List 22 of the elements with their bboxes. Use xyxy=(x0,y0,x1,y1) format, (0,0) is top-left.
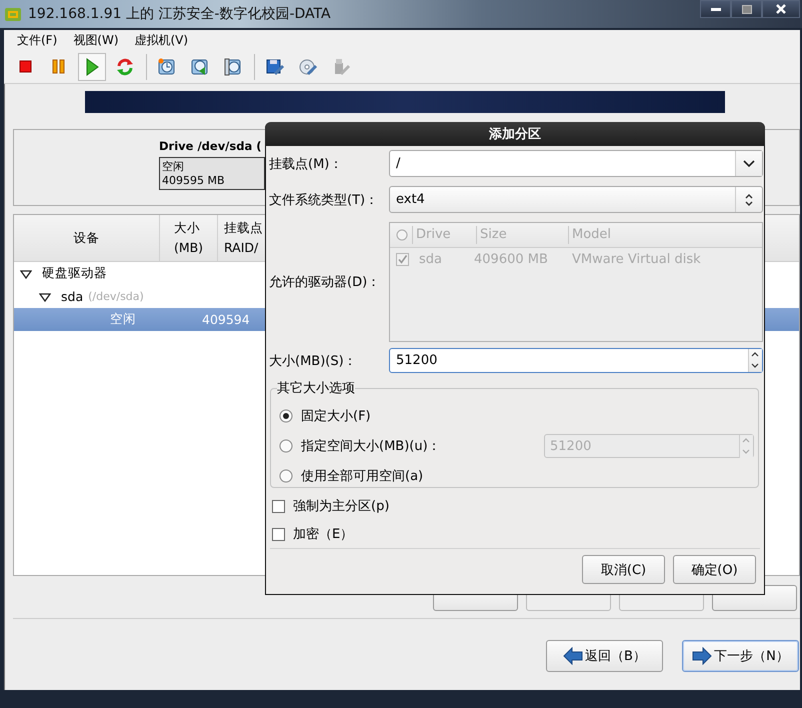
checkbox-label: 加密（E） xyxy=(293,526,354,543)
drive-title: Drive /dev/sda ( xyxy=(159,139,262,153)
device-path: (/dev/sda) xyxy=(88,290,144,303)
option-label: 使用全部可用空间(a) xyxy=(301,468,424,485)
group-legend: 其它大小选项 xyxy=(277,379,355,397)
field-label: 挂载点(M)： xyxy=(268,156,344,172)
device-name: sda xyxy=(61,289,84,304)
disk-segment: 空闲 409595 MB xyxy=(159,157,265,190)
field-label: 允许的驱动器(D)： xyxy=(268,274,382,291)
drive-name: sda xyxy=(419,252,443,266)
option-label: 固定大小(F) xyxy=(301,408,371,425)
drive-size: 409600 MB xyxy=(474,252,549,266)
field-label: 大小(MB)(S)： xyxy=(268,352,358,370)
checkbox-label: 強制为主分区(p) xyxy=(293,498,390,515)
drive-model: VMware Virtual disk xyxy=(572,252,702,266)
field-label: 文件系统类型(T)： xyxy=(268,192,380,208)
dialog-title: 添加分区 xyxy=(265,122,765,146)
option-label: 指定空间大小(MB)(u)： xyxy=(301,438,441,455)
device-name: 空闲 xyxy=(110,311,137,328)
device-name: 硬盘驱动器 xyxy=(42,265,107,282)
window-title: 192.168.1.91 上的 江苏安全-数字化校园-DATA xyxy=(28,5,332,23)
size-value: 409594 xyxy=(202,312,250,327)
